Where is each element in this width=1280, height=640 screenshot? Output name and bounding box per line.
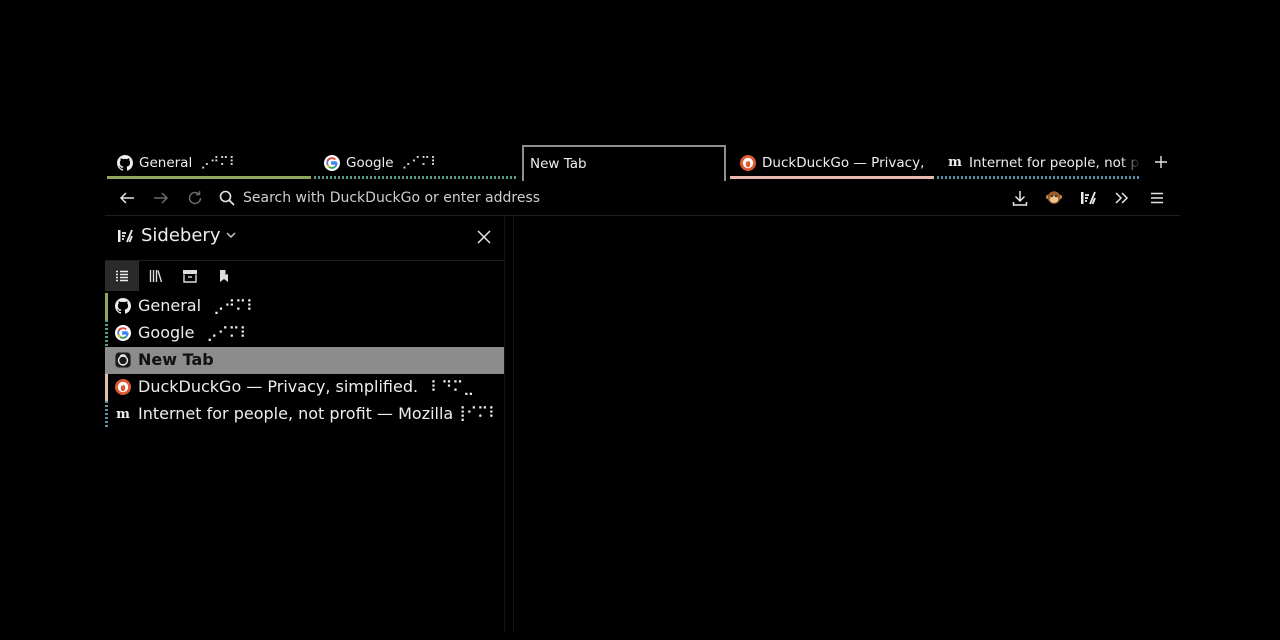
nav-bookmarks[interactable] [207,261,241,291]
sidebar-header: Sidebery [105,216,504,261]
sidebery-toolbar-button[interactable] [1076,186,1100,210]
tab-container-line [937,176,1141,179]
close-icon [477,230,491,244]
sidebar-title: Sidebery [141,225,221,246]
overflow-button[interactable] [1110,186,1134,210]
firefox-newtab-icon [115,352,131,368]
chevron-down-icon [226,229,236,242]
nav-archive[interactable] [173,261,207,291]
sidebar-tab-general[interactable]: General ⡠⠚⠍⠇ [105,293,504,320]
url-bar[interactable] [219,186,999,210]
nav-toolbar [105,181,1180,216]
container-marker [105,401,108,428]
tab-label: Internet for people, not p [969,154,1140,171]
app-menu-button[interactable] [1145,186,1169,210]
tab-strip: General ⡠⠚⠍⠇ Google ⡠⠊⠍⠇ New Tab DuckDuc… [105,145,1180,181]
tab-container-line [107,176,311,179]
download-icon [1012,191,1028,206]
sidebar-tab-title: General ⡠⠚⠍⠇ [138,296,257,315]
tab-duckduckgo[interactable]: DuckDuckGo — Privacy, [730,146,934,179]
forward-arrow-icon [154,192,169,204]
tab-label: General [139,154,193,171]
tab-braille-marker: ⡠⠊⠍⠇ [206,324,251,342]
sidebar-tab-mozilla[interactable]: m Internet for people, not profit — Mozi… [105,401,504,428]
monkey-extension-icon [1045,191,1063,204]
sidebar-tab-list: General ⡠⠚⠍⠇ Google ⡠⠊⠍⠇ New Tab DuckDuc… [105,293,504,428]
hamburger-menu-icon [1151,192,1163,204]
container-marker [105,293,108,320]
tab-container-line [730,176,934,179]
github-icon [117,154,133,171]
reload-button[interactable] [183,186,207,210]
sidebar-tab-label: DuckDuckGo — Privacy, simplified. [138,377,419,396]
sidebar-tab-label: General [138,296,202,315]
reload-icon [188,191,202,205]
sidebar-splitter[interactable] [504,216,514,632]
tab-braille-marker: ⡠⠊⠍⠇ [401,155,440,170]
search-icon [219,190,235,206]
forward-button[interactable] [149,186,173,210]
sidebar-tab-label: Internet for people, not profit — Mozill… [138,404,454,423]
back-button[interactable] [115,186,139,210]
mozilla-icon: m [116,406,130,422]
sidebar-switcher[interactable]: Sidebery [117,225,236,246]
sidebery-icon [1081,191,1096,205]
browser-window: General ⡠⠚⠍⠇ Google ⡠⠊⠍⠇ New Tab DuckDuc… [105,145,1180,632]
tab-braille-marker: ⡠⠚⠍⠇ [200,155,239,170]
library-icon [149,270,163,283]
sidebar-nav-bar [105,261,504,291]
sidebar-tab-label: Google [138,323,195,342]
sidebar-tab-title: Google ⡠⠊⠍⠇ [138,323,250,342]
tab-mozilla[interactable]: m Internet for people, not p [937,146,1141,179]
sidebar: Sidebery General ⡠⠚⠍⠇ Google ⡠⠊⠍⠇ New Ta… [105,216,504,632]
extension-button[interactable] [1042,186,1066,210]
nav-tabs-panel[interactable] [105,261,139,291]
sidebar-tab-title: DuckDuckGo — Privacy, simplified. ⠇⠙⠍⣀ [138,377,474,396]
sidebar-tab-label: New Tab [138,350,214,369]
page-content[interactable] [514,216,1180,632]
sidebar-tab-new-tab[interactable]: New Tab [105,347,504,374]
sidebar-tab-google[interactable]: Google ⡠⠊⠍⠇ [105,320,504,347]
tab-braille-marker: ⠇⠙⠍⣀ [430,378,475,396]
tab-label: DuckDuckGo — Privacy, [762,154,925,171]
mozilla-icon: m [948,155,962,170]
tab-label: New Tab [530,156,587,172]
downloads-button[interactable] [1008,186,1032,210]
container-marker [105,320,108,347]
tab-google[interactable]: Google ⡠⠊⠍⠇ [314,146,518,179]
new-tab-button[interactable] [1150,151,1172,173]
container-marker [105,374,108,401]
sidebery-icon [118,229,133,242]
tab-new-tab[interactable]: New Tab [522,145,726,181]
tab-label: Google [346,154,394,171]
sidebar-close-button[interactable] [474,227,494,247]
overflow-chevrons-icon [1115,192,1129,204]
back-arrow-icon [119,192,134,204]
bookmark-icon [220,270,229,282]
duckduckgo-icon [115,379,131,395]
tab-container-line [314,176,518,179]
archive-icon [183,270,197,283]
tab-braille-marker: ⡠⠚⠍⠇ [213,297,258,315]
duckduckgo-icon [740,154,756,171]
plus-icon [1155,156,1167,168]
google-icon [324,154,340,171]
tab-list-icon [116,270,128,282]
tab-general[interactable]: General ⡠⠚⠍⠇ [107,146,311,179]
nav-library[interactable] [139,261,173,291]
url-input[interactable] [243,190,943,206]
tab-label-fade [1121,146,1141,179]
github-icon [115,298,131,314]
google-icon [115,325,131,341]
sidebar-tab-duckduckgo[interactable]: DuckDuckGo — Privacy, simplified. ⠇⠙⠍⣀ [105,374,504,401]
tab-braille-marker: ⢸⠊⠍⠇ [455,404,499,422]
